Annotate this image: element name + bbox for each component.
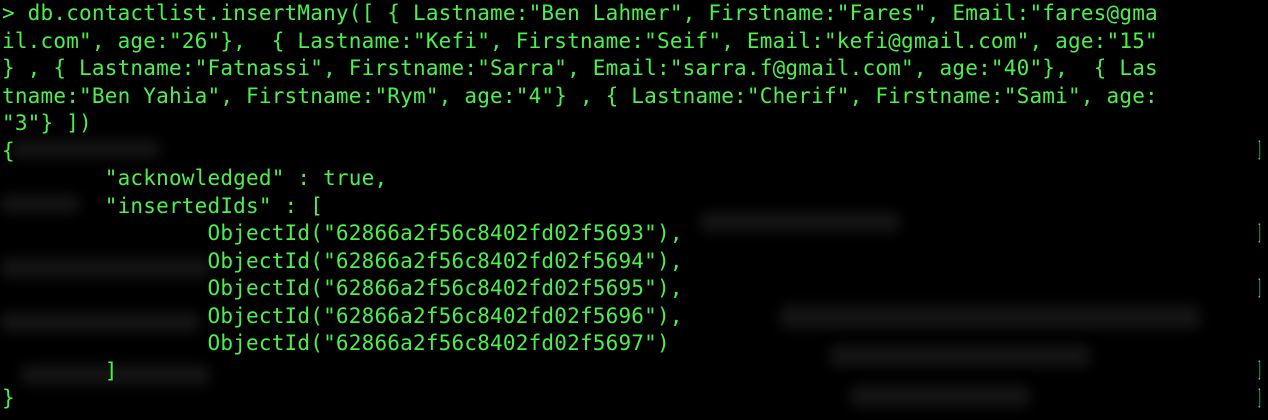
output-line: "acknowledged" : true, [2,166,388,190]
terminal-output: > db.contactlist.insertMany([ { Lastname… [2,0,1264,413]
output-line: ObjectId("62866a2f56c8402fd02f5695"), [2,276,683,300]
output-line: ObjectId("62866a2f56c8402fd02f5696"), [2,303,683,328]
command-line: } , { Lastname:"Fatnassi", Firstname:"Sa… [2,56,1158,80]
command-line: il.com", age:"26"}, { Lastname:"Kefi", F… [2,28,1158,53]
output-line: ] [2,358,118,383]
line-wrap-marker-icon: ] [1257,358,1262,382]
line-wrap-marker-icon: ] [1257,221,1262,245]
line-wrap-marker-icon: ] [1257,138,1262,162]
line-wrap-marker-icon: ] [1257,276,1262,300]
output-line: "insertedIds" : [ [2,193,324,218]
output-line: ObjectId("62866a2f56c8402fd02f5697") [2,331,670,355]
command-line: "3"} ]) [2,111,92,135]
line-wrap-marker-icon: ] [1257,386,1262,410]
output-line: ObjectId("62866a2f56c8402fd02f5693"), [2,221,683,245]
output-line: { [2,138,15,163]
terminal-window[interactable]: > db.contactlist.insertMany([ { Lastname… [0,0,1268,420]
output-line: ObjectId("62866a2f56c8402fd02f5694"), [2,248,683,273]
command-line: > db.contactlist.insertMany([ { Lastname… [2,1,1158,25]
output-line: } [2,386,15,410]
command-line: tname:"Ben Yahia", Firstname:"Rym", age:… [2,83,1158,108]
